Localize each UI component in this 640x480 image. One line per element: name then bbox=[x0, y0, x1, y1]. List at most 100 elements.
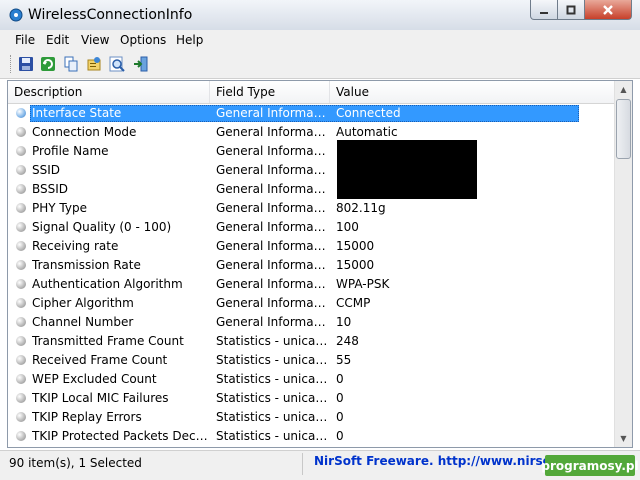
cell-field-type: General Information bbox=[216, 201, 328, 215]
cell-description: TKIP Local MIC Failures bbox=[32, 391, 169, 405]
cell-description: TKIP Replay Errors bbox=[32, 410, 142, 424]
menu-view[interactable]: View bbox=[81, 33, 109, 47]
cell-field-type: Statistics - unicast ... bbox=[216, 391, 328, 405]
table-row[interactable]: Connection Mode General Information Automa… bbox=[8, 123, 614, 142]
cell-description: BSSID bbox=[32, 182, 69, 196]
copy-button[interactable] bbox=[61, 54, 81, 74]
cell-field-type: Statistics - unicast ... bbox=[216, 334, 328, 348]
cell-value: 802.11g bbox=[336, 201, 386, 215]
copy-icon bbox=[64, 56, 78, 72]
cell-description: PHY Type bbox=[32, 201, 87, 215]
status-bar: 90 item(s), 1 Selected NirSoft Freeware.… bbox=[0, 450, 640, 480]
scroll-up-button[interactable]: ▲ bbox=[615, 81, 632, 98]
window-title: WirelessConnectionInfo bbox=[28, 7, 193, 23]
table-row[interactable]: TKIP Protected Packets Decrypt... Statist… bbox=[8, 427, 614, 446]
watermark-badge: programosy.pl bbox=[541, 455, 639, 476]
bullet-icon bbox=[16, 355, 26, 365]
cell-field-type: General Information bbox=[216, 220, 328, 234]
table-row[interactable]: Channel Number General Information 10 bbox=[8, 313, 614, 332]
column-header-field-type[interactable]: Field Type bbox=[210, 81, 330, 103]
minimize-button[interactable] bbox=[530, 0, 558, 20]
maximize-icon bbox=[566, 5, 576, 14]
cell-field-type: General Information bbox=[216, 144, 328, 158]
menu-help[interactable]: Help bbox=[176, 33, 203, 47]
cell-description: Authentication Algorithm bbox=[32, 277, 183, 291]
menu-edit[interactable]: Edit bbox=[46, 33, 69, 47]
cell-field-type: Statistics - unicast ... bbox=[216, 410, 328, 424]
title-bar[interactable]: WirelessConnectionInfo bbox=[0, 0, 640, 31]
find-button[interactable] bbox=[107, 54, 127, 74]
close-button[interactable] bbox=[584, 0, 632, 20]
cell-value: 0 bbox=[336, 372, 344, 386]
table-row[interactable]: TKIP Local MIC Failures Statistics - unic… bbox=[8, 389, 614, 408]
table-row[interactable]: Receiving rate General Information 15000 bbox=[8, 237, 614, 256]
bullet-icon bbox=[16, 260, 26, 270]
table-row[interactable]: SSID General Information bbox=[8, 161, 614, 180]
cell-field-type: General Information bbox=[216, 163, 328, 177]
cell-value: 0 bbox=[336, 410, 344, 424]
app-window: WirelessConnectionInfo File Edit View Op… bbox=[0, 0, 640, 480]
table-row[interactable]: Received Frame Count Statistics - unicast… bbox=[8, 351, 614, 370]
refresh-button[interactable] bbox=[38, 54, 58, 74]
status-item-count: 90 item(s), 1 Selected bbox=[9, 456, 142, 470]
bullet-icon bbox=[16, 298, 26, 308]
table-row[interactable]: Cipher Algorithm General Information CCMP bbox=[8, 294, 614, 313]
cell-value: 15000 bbox=[336, 239, 375, 253]
list-header: Description Field Type Value bbox=[8, 81, 614, 104]
cell-value: 100 bbox=[336, 220, 359, 234]
menu-file[interactable]: File bbox=[15, 33, 35, 47]
cell-value: 10 bbox=[336, 315, 352, 329]
column-header-value[interactable]: Value bbox=[330, 81, 460, 103]
cell-description: WEP Excluded Count bbox=[32, 372, 157, 386]
maximize-button[interactable] bbox=[557, 0, 585, 20]
table-row[interactable]: Authentication Algorithm General Informat… bbox=[8, 275, 614, 294]
table-row[interactable]: Interface State General Information Connec… bbox=[8, 104, 614, 123]
table-row[interactable]: Transmission Rate General Information 1500… bbox=[8, 256, 614, 275]
bullet-icon bbox=[16, 222, 26, 232]
scroll-down-button[interactable]: ▼ bbox=[615, 430, 632, 447]
cell-field-type: General Information bbox=[216, 277, 328, 291]
wifi-app-icon bbox=[9, 8, 23, 22]
toolbar-grip bbox=[10, 55, 13, 73]
cell-description: Transmitted Frame Count bbox=[32, 334, 184, 348]
bullet-icon bbox=[16, 127, 26, 137]
cell-value: 15000 bbox=[336, 258, 375, 272]
html-report-icon bbox=[87, 57, 101, 71]
cell-description: Connection Mode bbox=[32, 125, 137, 139]
table-row[interactable]: Signal Quality (0 - 100) General Informat… bbox=[8, 218, 614, 237]
table-row[interactable]: Transmitted Frame Count Statistics - unic… bbox=[8, 332, 614, 351]
bullet-icon bbox=[16, 184, 26, 194]
bullet-icon bbox=[16, 393, 26, 403]
scroll-thumb[interactable] bbox=[616, 99, 631, 159]
cell-field-type: General Information bbox=[216, 106, 328, 120]
table-row[interactable]: PHY Type General Information 802.11g bbox=[8, 199, 614, 218]
table-row[interactable]: TKIP Replay Errors Statistics - unicast .… bbox=[8, 408, 614, 427]
bullet-icon bbox=[16, 203, 26, 213]
bullet-icon bbox=[16, 412, 26, 422]
toolbar bbox=[0, 50, 640, 79]
bullet-icon bbox=[16, 431, 26, 441]
arrow-down-icon: ▼ bbox=[620, 434, 627, 443]
exit-button[interactable] bbox=[131, 54, 151, 74]
save-icon bbox=[19, 57, 33, 71]
cell-value: WPA-PSK bbox=[336, 277, 390, 291]
cell-description: Transmission Rate bbox=[32, 258, 141, 272]
cell-value: Connected bbox=[336, 106, 401, 120]
info-list[interactable]: Description Field Type Value Interface S… bbox=[7, 80, 633, 448]
table-row[interactable]: BSSID General Information bbox=[8, 180, 614, 199]
vertical-scrollbar[interactable]: ▲ ▼ bbox=[614, 81, 632, 447]
table-row[interactable]: Profile Name General Information bbox=[8, 142, 614, 161]
cell-description: Receiving rate bbox=[32, 239, 119, 253]
save-button[interactable] bbox=[16, 54, 36, 74]
cell-field-type: Statistics - unicast ... bbox=[216, 353, 328, 367]
cell-field-type: General Information bbox=[216, 315, 328, 329]
redacted-area bbox=[337, 140, 477, 199]
menu-options[interactable]: Options bbox=[120, 33, 166, 47]
cell-description: SSID bbox=[32, 163, 61, 177]
cell-field-type: General Information bbox=[216, 296, 328, 310]
column-header-description[interactable]: Description bbox=[8, 81, 210, 103]
bullet-icon bbox=[16, 336, 26, 346]
cell-value: 248 bbox=[336, 334, 359, 348]
table-row[interactable]: WEP Excluded Count Statistics - unicast .… bbox=[8, 370, 614, 389]
html-report-button[interactable] bbox=[84, 54, 104, 74]
